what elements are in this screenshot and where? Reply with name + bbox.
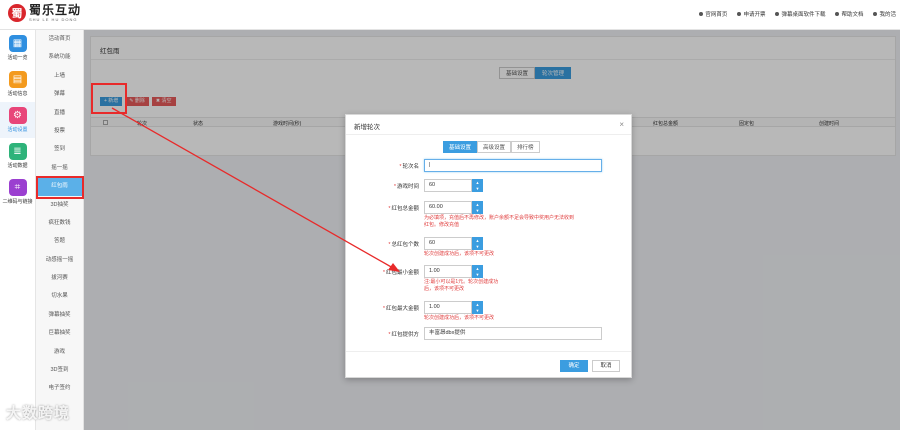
highlight-redpacket-menu bbox=[36, 176, 84, 199]
submenu-item[interactable]: 3D签到 bbox=[36, 361, 83, 379]
total-amount-note: 为必填项，充值后不再修改，账户余额不足会导致中奖用户无法收到 红包。修改充值 bbox=[424, 215, 575, 228]
chevron-down-icon: ▼ bbox=[475, 244, 480, 250]
game-time-input[interactable]: 60 bbox=[424, 179, 472, 192]
qrcode-icon: ⌗ bbox=[8, 179, 27, 196]
my-events-link[interactable]: 我的活 bbox=[873, 10, 896, 18]
game-time-stepper[interactable]: ▲ ▼ bbox=[472, 179, 483, 192]
help-link[interactable]: 帮助文档 bbox=[835, 10, 863, 18]
packet-count-stepper[interactable]: ▲ ▼ bbox=[472, 237, 483, 250]
add-round-dialog: 新增轮次 × 基础设置 高级设置 排行榜 *轮次名 | *游戏时间 60 ▲ ▼ … bbox=[345, 114, 632, 378]
help-icon bbox=[835, 12, 840, 16]
chevron-up-icon: ▲ bbox=[475, 237, 480, 243]
watermark: 大数跨境 bbox=[6, 405, 71, 422]
min-amount-note: 注:最小可以是1元。轮次创建成功 后，该项不可更改 bbox=[424, 279, 499, 292]
nav-data[interactable]: ≣ 活动数据 bbox=[0, 138, 35, 174]
top-links: 官网首页 申请开票 弹幕桌面软件下载 帮助文档 我的活 bbox=[699, 10, 896, 18]
submenu-item[interactable]: 弹幕 bbox=[36, 85, 83, 103]
chevron-up-icon: ▲ bbox=[475, 301, 480, 307]
cancel-button[interactable]: 取消 bbox=[592, 360, 620, 372]
dialog-tab-ranking[interactable]: 排行榜 bbox=[511, 141, 540, 153]
chevron-up-icon: ▲ bbox=[475, 201, 480, 207]
submenu-item[interactable]: 直播 bbox=[36, 104, 83, 122]
logo[interactable]: 蜀 蜀乐互动 SHU LE HU DONG bbox=[8, 4, 81, 22]
provider-input[interactable]: 丰富昂dbx提供 bbox=[424, 327, 602, 340]
highlight-add-button bbox=[91, 83, 127, 114]
submenu-item[interactable]: 答题 bbox=[36, 232, 83, 250]
submenu-item[interactable]: 摇一摇 bbox=[36, 159, 83, 177]
chevron-down-icon: ▼ bbox=[475, 308, 480, 314]
home-icon bbox=[699, 12, 704, 16]
download-link[interactable]: 弹幕桌面软件下载 bbox=[775, 10, 825, 18]
submenu-item[interactable]: 活动首页 bbox=[36, 30, 83, 48]
grid-icon: ▦ bbox=[8, 35, 27, 52]
database-icon: ≣ bbox=[8, 143, 27, 160]
nav-overview[interactable]: ▦ 活动一览 bbox=[0, 30, 35, 66]
close-icon[interactable]: × bbox=[619, 120, 624, 129]
submenu-item[interactable]: 弹幕抽奖 bbox=[36, 306, 83, 324]
submenu-item[interactable]: 签到 bbox=[36, 140, 83, 158]
invoice-link[interactable]: 申请开票 bbox=[737, 10, 765, 18]
dialog-tabs: 基础设置 高级设置 排行榜 bbox=[443, 141, 540, 153]
min-amount-stepper[interactable]: ▲ ▼ bbox=[472, 265, 483, 278]
gear-icon: ⚙ bbox=[8, 107, 27, 124]
submenu-item[interactable]: 上墙 bbox=[36, 67, 83, 85]
dialog-tab-basic[interactable]: 基础设置 bbox=[443, 141, 478, 153]
icon-sidebar: ▦ 活动一览 ▤ 活动信息 ⚙ 活动设置 ≣ 活动数据 ⌗ 二维码与链接 bbox=[0, 30, 36, 430]
min-amount-input[interactable]: 1.00 bbox=[424, 265, 472, 278]
submenu-item[interactable]: 切水果 bbox=[36, 287, 83, 305]
document-icon: ▤ bbox=[8, 71, 27, 88]
submenu-group[interactable]: 系统功能 bbox=[36, 48, 83, 66]
round-name-input[interactable]: | bbox=[424, 159, 602, 172]
chevron-down-icon: ▼ bbox=[475, 272, 480, 278]
nav-qrcode[interactable]: ⌗ 二维码与链接 bbox=[0, 174, 35, 210]
submenu-item[interactable]: 动感摇一摇 bbox=[36, 251, 83, 269]
confirm-button[interactable]: 确定 bbox=[560, 360, 588, 372]
chevron-up-icon: ▲ bbox=[475, 265, 480, 271]
submenu-item[interactable]: 巨幕抽奖 bbox=[36, 324, 83, 342]
total-amount-input[interactable]: 60.00 bbox=[424, 201, 472, 214]
max-amount-note: 轮次创建成功后，该项不可更改 bbox=[424, 315, 495, 321]
home-link[interactable]: 官网首页 bbox=[699, 10, 727, 18]
dialog-tab-advanced[interactable]: 高级设置 bbox=[477, 141, 512, 153]
submenu-item[interactable]: 疯狂数钱 bbox=[36, 214, 83, 232]
invoice-icon bbox=[737, 12, 742, 16]
logo-title: 蜀乐互动 bbox=[29, 3, 82, 17]
nav-info[interactable]: ▤ 活动信息 bbox=[0, 66, 35, 102]
submenu-item[interactable]: 电子签约 bbox=[36, 379, 83, 397]
packet-count-input[interactable]: 60 bbox=[424, 237, 472, 250]
dialog-title: 新增轮次 bbox=[354, 124, 380, 131]
max-amount-stepper[interactable]: ▲ ▼ bbox=[472, 301, 483, 314]
max-amount-input[interactable]: 1.00 bbox=[424, 301, 472, 314]
submenu-item[interactable]: 拔河赛 bbox=[36, 269, 83, 287]
chevron-down-icon: ▼ bbox=[475, 186, 480, 192]
nav-settings[interactable]: ⚙ 活动设置 bbox=[0, 102, 35, 138]
total-amount-stepper[interactable]: ▲ ▼ bbox=[472, 201, 483, 214]
logo-subtitle: SHU LE HU DONG bbox=[29, 17, 78, 22]
submenu-item[interactable]: 投票 bbox=[36, 122, 83, 140]
user-icon bbox=[873, 12, 878, 16]
packet-count-note: 轮次创建成功后，该项不可更改 bbox=[424, 251, 495, 257]
logo-mark: 蜀 bbox=[8, 4, 26, 22]
sub-menu: 活动首页 系统功能 上墙 弹幕 直播 投票 签到 摇一摇 红包雨 3D抽奖 疯狂… bbox=[36, 30, 84, 430]
download-icon bbox=[775, 12, 780, 16]
top-bar: 蜀 蜀乐互动 SHU LE HU DONG 官网首页 申请开票 弹幕桌面软件下载… bbox=[0, 0, 900, 30]
chevron-down-icon: ▼ bbox=[475, 208, 480, 214]
chevron-up-icon: ▲ bbox=[475, 179, 480, 185]
submenu-item[interactable]: 游戏 bbox=[36, 343, 83, 361]
